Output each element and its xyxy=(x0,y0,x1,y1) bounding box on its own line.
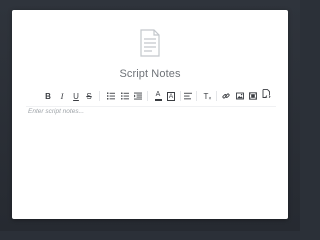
indent-icon xyxy=(133,92,142,100)
modal-title: Script Notes xyxy=(119,68,181,80)
italic-icon: I xyxy=(60,91,64,101)
notes-document-icon xyxy=(139,29,161,57)
video-button[interactable] xyxy=(248,89,258,103)
align-button[interactable] xyxy=(183,89,192,103)
toolbar-divider xyxy=(147,91,148,101)
clear-format-button[interactable]: T × xyxy=(201,89,212,103)
toolbar-divider xyxy=(180,91,181,101)
indent-button[interactable] xyxy=(133,89,142,103)
text-color-swatch xyxy=(154,99,162,101)
code-view-icon xyxy=(262,89,271,99)
ordered-list-button[interactable] xyxy=(106,89,115,103)
image-icon xyxy=(236,92,244,100)
editor-toolbar: B I U S A A T × xyxy=(26,89,276,103)
strikethrough-icon: S xyxy=(86,91,92,101)
script-notes-modal: Script Notes B I U S A A T × Enter scrip… xyxy=(12,10,288,219)
highlight-icon: A xyxy=(167,91,175,101)
script-notes-editor[interactable]: Enter script notes... xyxy=(28,108,274,208)
highlight-button[interactable]: A xyxy=(166,89,176,103)
underline-button[interactable]: U xyxy=(71,89,81,103)
toolbar-divider xyxy=(216,91,217,101)
editor-placeholder: Enter script notes... xyxy=(28,108,84,115)
code-view-button[interactable] xyxy=(261,87,271,101)
align-left-icon xyxy=(183,92,192,100)
italic-button[interactable]: I xyxy=(57,89,67,103)
text-color-button[interactable]: A xyxy=(153,89,163,103)
bold-button[interactable]: B xyxy=(43,89,53,103)
toolbar-divider xyxy=(99,91,100,101)
clear-format-x: × xyxy=(208,95,212,102)
link-icon xyxy=(222,92,230,100)
clear-format-icon: T × xyxy=(204,92,212,102)
text-color-icon: A xyxy=(155,91,161,99)
toolbar-divider xyxy=(196,91,197,101)
link-button[interactable] xyxy=(221,89,231,103)
image-button[interactable] xyxy=(235,89,245,103)
toolbar-divider-line xyxy=(26,106,276,107)
bullet-list-button[interactable] xyxy=(120,89,129,103)
strikethrough-button[interactable]: S xyxy=(84,89,94,103)
video-icon xyxy=(249,92,257,100)
underline-icon: U xyxy=(73,91,79,101)
ordered-list-icon xyxy=(106,92,115,100)
bullet-list-icon xyxy=(120,92,129,100)
bold-icon: B xyxy=(45,91,51,101)
